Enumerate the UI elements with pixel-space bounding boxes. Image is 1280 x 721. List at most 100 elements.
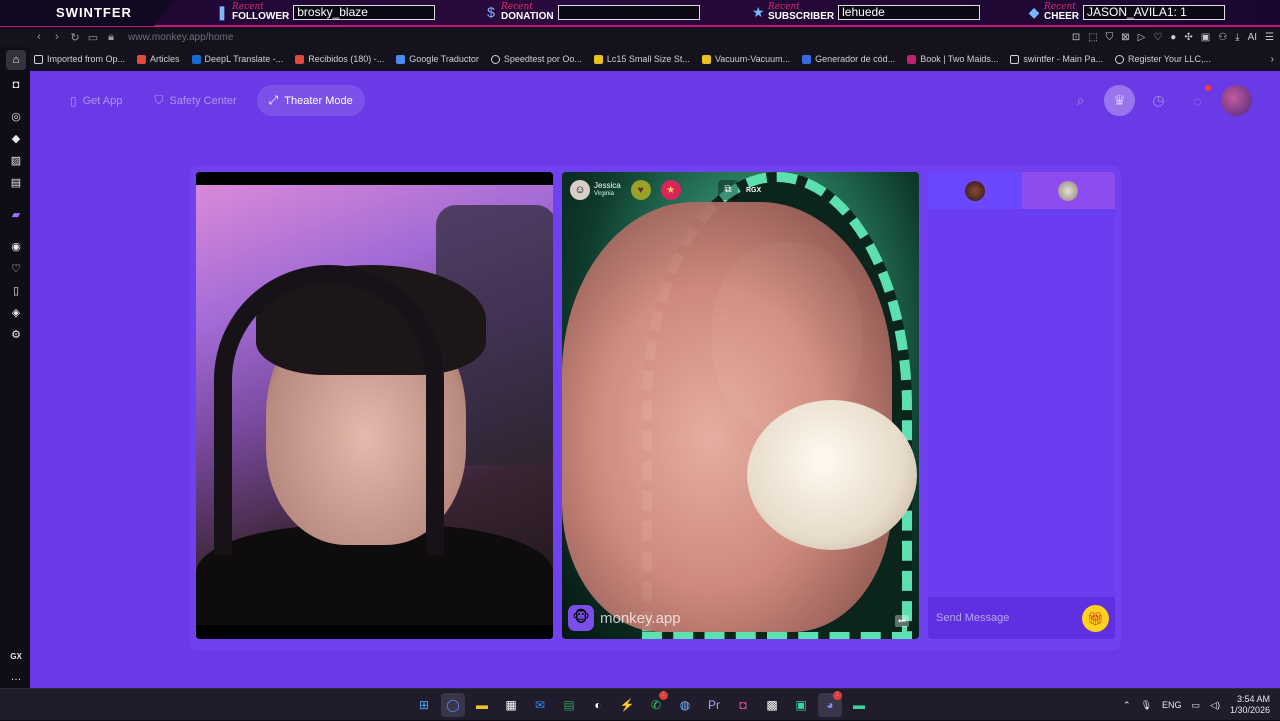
clock-date: 1/30/2026 xyxy=(1229,705,1270,715)
bookmark-item[interactable]: Generador de cód... xyxy=(802,54,895,64)
settings-icon[interactable]: ⚙ xyxy=(8,327,24,343)
messages-icon[interactable]: ◌ xyxy=(1182,85,1213,116)
book-icon xyxy=(907,54,917,64)
dollar-icon: $ xyxy=(487,4,495,20)
bookmark-item[interactable]: Register Your LLC,... xyxy=(1114,54,1211,64)
bookmarks-more-icon[interactable]: › xyxy=(1271,54,1274,65)
more-icon[interactable]: … xyxy=(8,669,24,685)
get-app-button[interactable]: ▯ Get App xyxy=(58,85,134,116)
account-icon[interactable]: ⚇ xyxy=(1218,32,1227,43)
chevron-up-icon[interactable]: ⌃ xyxy=(1123,700,1131,711)
reward-badge-icon[interactable]: ★ xyxy=(660,180,681,200)
phone-icon: ▯ xyxy=(70,93,77,108)
close-tab-icon[interactable]: ⊠ xyxy=(1121,32,1129,43)
search-icon[interactable]: ⌕ xyxy=(1065,85,1096,116)
bookmark-item[interactable]: Speedtest por Oo... xyxy=(490,54,582,64)
bookmark-item[interactable]: Book | Two Maids... xyxy=(907,54,998,64)
bookmark-item[interactable]: Lc15 Small Size St... xyxy=(593,54,690,64)
remote-user-info[interactable]: ☺ Jessica Virginia ♥ ★ xyxy=(570,180,681,200)
home-icon[interactable]: ⌂ xyxy=(6,50,26,70)
heart-icon[interactable]: ♡ xyxy=(8,261,24,277)
volume-icon[interactable]: ◁) xyxy=(1210,700,1220,711)
bookmark-icon[interactable]: ⊡ xyxy=(1072,32,1080,43)
excel-icon[interactable]: ▤ xyxy=(557,693,581,717)
video-tag: RGX xyxy=(746,186,762,194)
send-message-input[interactable]: Send Message 🎁︎ xyxy=(928,597,1115,639)
media-icon[interactable]: ▬ xyxy=(847,693,871,717)
player-icon[interactable]: ◉ xyxy=(8,239,24,255)
vpn-icon[interactable]: ◍ xyxy=(673,693,697,717)
clock[interactable]: 3:54 AM 1/30/2026 xyxy=(1230,694,1270,716)
bookmark-item[interactable]: Articles xyxy=(137,54,180,64)
clock-time: 3:54 AM xyxy=(1236,694,1270,704)
camera-icon[interactable]: ▭ xyxy=(84,31,102,44)
gift-icon[interactable]: 🎁︎ xyxy=(1082,605,1109,632)
speedtest-icon xyxy=(490,54,500,64)
gx-corner-icon[interactable]: ◆ xyxy=(8,131,24,147)
avatar[interactable] xyxy=(1221,85,1252,116)
tab-remote-user[interactable] xyxy=(1021,172,1115,209)
outlook-icon[interactable]: ✉ xyxy=(528,693,552,717)
bookmark-item[interactable]: Imported from Op... xyxy=(34,54,125,64)
play-icon[interactable]: ▷ xyxy=(1138,32,1146,43)
lock-icon[interactable]: 🔒︎ xyxy=(102,31,120,44)
theater-mode-button[interactable]: ⤢ Theater Mode xyxy=(256,85,365,116)
bookmark-item[interactable]: Recibidos (180) -... xyxy=(295,54,384,64)
language-indicator[interactable]: ENG xyxy=(1162,700,1182,710)
whatsapp-icon[interactable]: ✆ 1 xyxy=(644,691,668,717)
terminal-icon[interactable]: ▣ xyxy=(789,693,813,717)
forward-icon[interactable]: › xyxy=(48,31,66,43)
profile-s-icon[interactable]: ● xyxy=(1170,32,1176,43)
capcut-icon[interactable]: ◐ xyxy=(586,693,610,717)
crown-icon[interactable]: ♛ xyxy=(1104,85,1135,116)
url-field[interactable]: www.monkey.app/home xyxy=(128,32,233,43)
monkey-logo-icon: 🐵︎ xyxy=(568,605,594,631)
menu-icon[interactable]: ☰ xyxy=(1265,32,1274,43)
top-right-actions: ⌕ ♛ ◷ ◌ xyxy=(1065,85,1252,116)
premiere-icon[interactable]: Pr xyxy=(702,693,726,717)
discord-icon[interactable]: ◕ 1 xyxy=(818,691,842,717)
reload-icon[interactable]: ↻ xyxy=(66,31,84,44)
taskbar: ⊞ ◯ ▬ ▦ ✉ ▤ ◐ ⚡ ✆ 1 ◍ Pr ◘ ▩ ▣ ◕ 1 ▬ ⌃ 🎙︎ … xyxy=(0,688,1280,720)
overlay-value: JASON_AVILA1: 1 xyxy=(1083,4,1226,20)
windows-start-icon[interactable]: ⊞ xyxy=(412,693,436,717)
twitch-icon[interactable]: ▰ xyxy=(8,207,24,223)
network-icon[interactable]: ▭ xyxy=(1192,700,1201,711)
top-nav: ▯ Get App ⛉ Safety Center ⤢ Theater Mode xyxy=(58,85,365,116)
gx-label[interactable]: GX xyxy=(8,649,24,665)
lightning-icon[interactable]: ⚡ xyxy=(615,693,639,717)
bookmarks-bar: Imported from Op... Articles DeepL Trans… xyxy=(30,49,1280,69)
gx-store-icon[interactable]: ▤ xyxy=(8,175,24,191)
bookmark-item[interactable]: DeepL Translate -... xyxy=(191,54,283,64)
history-icon[interactable]: ◷ xyxy=(1143,85,1174,116)
file-explorer-icon[interactable]: ▬ xyxy=(470,693,494,717)
popout-icon[interactable]: ⧉ xyxy=(718,180,738,200)
gx-control-icon[interactable]: ◎ xyxy=(8,109,24,125)
monkey-app-page: ▯ Get App ⛉ Safety Center ⤢ Theater Mode ⌕ … xyxy=(30,71,1280,688)
back-icon[interactable]: ‹ xyxy=(30,31,48,43)
stream-deck-icon[interactable]: ▩ xyxy=(760,693,784,717)
notes-icon[interactable]: ▯ xyxy=(8,283,24,299)
opera-gx-icon[interactable]: ◯ xyxy=(441,693,465,717)
ai-button[interactable]: AI xyxy=(1248,32,1257,43)
skip-icon[interactable]: ⏭ xyxy=(895,615,909,627)
microphone-icon[interactable]: 🎙︎ xyxy=(1141,700,1152,711)
extensions-icon[interactable]: ◈ xyxy=(8,305,24,321)
heart-icon[interactable]: ♡ xyxy=(1153,32,1162,43)
bookmark-item[interactable]: Google Traductor xyxy=(396,54,479,64)
puzzle-icon[interactable]: ✣ xyxy=(1184,32,1192,43)
heart-badge-icon[interactable]: ♥ xyxy=(630,180,651,200)
download-icon[interactable]: ⤓ xyxy=(1235,32,1239,43)
tab-local-user[interactable] xyxy=(928,172,1022,209)
gamepad-icon[interactable]: ◘ xyxy=(8,77,24,93)
box-icon[interactable]: ▣ xyxy=(1201,32,1210,43)
store-icon[interactable]: ▦ xyxy=(499,693,523,717)
safety-center-button[interactable]: ⛉ Safety Center xyxy=(142,85,248,116)
bookmark-item[interactable]: swintfer - Main Pa... xyxy=(1010,54,1103,64)
video-chat-stage: ☺ Jessica Virginia ♥ ★ ⧉ RGX 🐵︎ monkey.a… xyxy=(190,166,1121,650)
snapshot-icon[interactable]: ⬚ xyxy=(1088,32,1097,43)
instagram-icon[interactable]: ◘ xyxy=(731,693,755,717)
gx-cleaner-icon[interactable]: ▨ xyxy=(8,153,24,169)
shield-icon[interactable]: ⛉ xyxy=(1106,32,1114,43)
bookmark-item[interactable]: Vacuum-Vacuum... xyxy=(701,54,790,64)
